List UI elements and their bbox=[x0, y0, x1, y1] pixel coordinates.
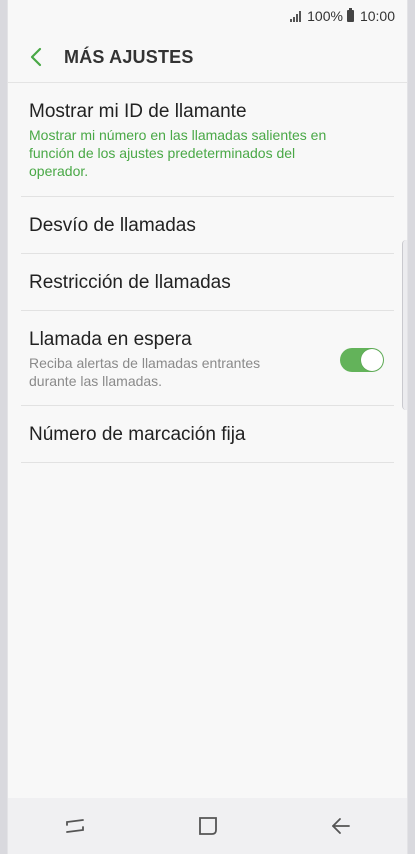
setting-call-barring[interactable]: Restricción de llamadas bbox=[21, 254, 394, 311]
signal-icon bbox=[290, 10, 302, 22]
setting-call-waiting[interactable]: Llamada en espera Reciba alertas de llam… bbox=[21, 311, 394, 406]
chevron-left-icon bbox=[30, 47, 42, 67]
arrow-left-icon bbox=[331, 818, 350, 834]
home-button[interactable] bbox=[178, 801, 238, 851]
phone-screen: 100% 10:00 MÁS AJUSTES Mostrar mi ID de … bbox=[7, 0, 408, 854]
setting-caller-id[interactable]: Mostrar mi ID de llamante Mostrar mi núm… bbox=[21, 83, 394, 197]
app-bar: MÁS AJUSTES bbox=[8, 32, 407, 83]
battery-percent: 100% bbox=[307, 8, 343, 24]
clock: 10:00 bbox=[359, 8, 395, 24]
recent-apps-button[interactable] bbox=[45, 801, 105, 851]
back-button[interactable] bbox=[8, 32, 64, 82]
setting-title: Mostrar mi ID de llamante bbox=[29, 101, 247, 122]
setting-title: Desvío de llamadas bbox=[29, 215, 196, 236]
call-waiting-toggle[interactable] bbox=[340, 348, 384, 372]
status-bar: 100% 10:00 bbox=[8, 0, 407, 32]
setting-title: Llamada en espera bbox=[29, 329, 192, 350]
setting-call-forwarding[interactable]: Desvío de llamadas bbox=[21, 197, 394, 254]
page-title: MÁS AJUSTES bbox=[64, 46, 194, 67]
setting-subtitle: Reciba alertas de llamadas entrantes dur… bbox=[29, 355, 261, 389]
edge-panel-handle[interactable] bbox=[402, 240, 407, 410]
setting-title: Restricción de llamadas bbox=[29, 272, 231, 293]
settings-list: Mostrar mi ID de llamante Mostrar mi núm… bbox=[21, 83, 394, 463]
setting-fixed-dialing[interactable]: Número de marcación fija bbox=[21, 406, 394, 463]
home-icon bbox=[198, 817, 217, 835]
recent-apps-icon bbox=[65, 819, 84, 833]
battery-icon bbox=[346, 8, 354, 22]
navigation-bar bbox=[8, 798, 407, 854]
nav-back-button[interactable] bbox=[311, 801, 371, 851]
toggle-knob bbox=[361, 349, 383, 371]
setting-subtitle: Mostrar mi número en las llamadas salien… bbox=[29, 127, 327, 179]
setting-title: Número de marcación fija bbox=[29, 424, 246, 445]
